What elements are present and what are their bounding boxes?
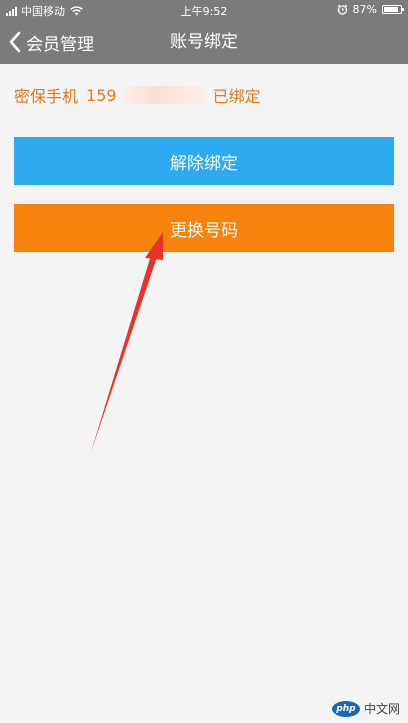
screen: 中国移动 上午9:52 87% 会员管理 账号绑定 密保手机 159 已绑定 解… <box>0 0 408 723</box>
unbind-button[interactable]: 解除绑定 <box>14 137 394 185</box>
alarm-icon <box>337 4 347 15</box>
phone-prefix: 159 <box>86 85 117 105</box>
binding-status: 已绑定 <box>212 87 261 106</box>
phone-binding-row: 密保手机 159 已绑定 <box>14 82 261 108</box>
change-number-button[interactable]: 更换号码 <box>14 204 394 252</box>
status-bar: 中国移动 上午9:52 87% <box>0 0 408 20</box>
watermark-logo: php <box>331 700 360 717</box>
watermark-text: 中文网 <box>363 702 400 716</box>
watermark: php 中文网 <box>331 700 400 717</box>
masked-number <box>122 86 205 104</box>
page-title: 账号绑定 <box>170 32 238 52</box>
battery-percent: 87% <box>352 3 377 16</box>
status-right: 87% <box>337 3 404 16</box>
battery-fill <box>384 7 398 12</box>
battery-icon <box>382 5 404 14</box>
phone-label: 密保手机 <box>14 87 79 106</box>
nav-bar: 会员管理 账号绑定 <box>0 20 408 64</box>
annotation-arrow <box>91 232 163 452</box>
